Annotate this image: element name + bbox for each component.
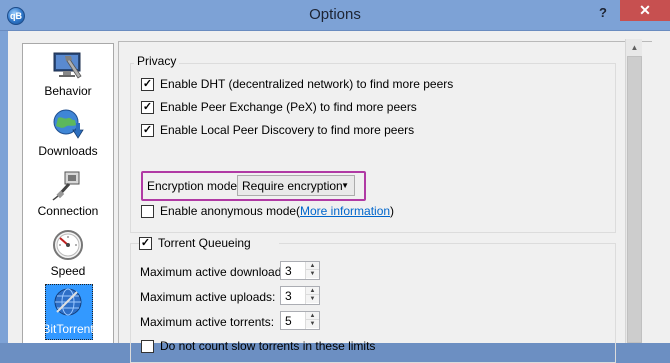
downloads-globe-icon [53,109,84,139]
vertical-scrollbar[interactable]: ▲ [625,39,642,343]
sidebar-item-label: BitTorrent [42,322,94,336]
spin-up-icon[interactable]: ▲ [306,312,319,320]
enable-dht-label: Enable DHT (decentralized network) to fi… [160,77,454,91]
spinbox-buttons: ▲ ▼ [305,312,319,329]
spinbox-value: 3 [285,264,292,278]
scroll-up-arrow-icon[interactable]: ▲ [626,39,643,56]
sidebar-item-bittorrent[interactable]: BitTorrent [23,284,113,342]
sidebar-item-label: Behavior [44,84,92,98]
close-button[interactable]: ✕ [620,0,670,21]
window-title: Options [309,6,361,23]
scrollbar-thumb[interactable] [627,56,642,343]
spin-up-icon[interactable]: ▲ [306,287,319,295]
paren-close: ) [390,204,395,218]
spin-up-icon[interactable]: ▲ [306,262,319,270]
spin-down-icon[interactable]: ▼ [306,320,319,328]
spin-down-icon[interactable]: ▼ [306,270,319,278]
torrent-queueing-title: Torrent Queueing [158,236,251,250]
spin-down-icon[interactable]: ▼ [306,295,319,303]
sidebar-item-label: Downloads [38,144,98,158]
checkbox-checked-icon[interactable]: ✓ [139,237,152,250]
encryption-mode-value: Require encryption [242,179,343,193]
sidebar-item-label: Connection [37,204,99,218]
do-not-count-slow-torrents-label: Do not count slow torrents in these limi… [160,339,376,353]
max-active-uploads-spinbox[interactable]: 3 ▲ ▼ [280,286,320,305]
spinbox-buttons: ▲ ▼ [305,262,319,279]
checkbox-checked-icon[interactable]: ✓ [141,78,154,91]
help-button[interactable]: ? [594,4,612,22]
sidebar-item-speed[interactable]: Speed [23,226,113,284]
do-not-count-slow-torrents-checkbox[interactable]: Do not count slow torrents in these limi… [141,339,541,355]
spinbox-value: 3 [285,289,292,303]
more-information-container: (More information) [296,204,394,218]
more-information-link[interactable]: More information [300,204,390,218]
title-bar[interactable]: qB Options ? ✕ [0,0,670,31]
enable-pex-label: Enable Peer Exchange (PeX) to find more … [160,100,417,114]
enable-anonymous-mode-label: Enable anonymous mode [160,204,297,218]
sidebar-item-behavior[interactable]: Behavior [23,46,113,104]
options-dialog-body: Behavior Downloads Connection Speed BitT… [8,31,670,363]
max-active-uploads-label: Maximum active uploads: [140,290,276,304]
checkbox-checked-icon[interactable]: ✓ [141,124,154,137]
bittorrent-globe-icon [54,288,82,316]
sidebar-item-label: Speed [50,264,86,278]
checkbox-unchecked-icon[interactable] [141,340,154,353]
checkbox-unchecked-icon[interactable] [141,205,154,218]
enable-lpd-checkbox[interactable]: ✓ Enable Local Peer Discovery to find mo… [141,123,601,139]
sidebar-item-downloads[interactable]: Downloads [23,106,113,164]
spinbox-buttons: ▲ ▼ [305,287,319,304]
speed-gauge-icon [53,230,83,260]
torrent-queueing-checkbox[interactable]: ✓ Torrent Queueing [139,236,279,252]
checkbox-checked-icon[interactable]: ✓ [141,101,154,114]
enable-lpd-label: Enable Local Peer Discovery to find more… [160,123,415,137]
privacy-group-title: Privacy [134,54,180,68]
encryption-mode-label: Encryption mode: [147,179,241,193]
behavior-icon [53,52,82,79]
enable-pex-checkbox[interactable]: ✓ Enable Peer Exchange (PeX) to find mor… [141,100,601,116]
enable-dht-checkbox[interactable]: ✓ Enable DHT (decentralized network) to … [141,77,601,93]
max-active-downloads-spinbox[interactable]: 3 ▲ ▼ [280,261,320,280]
max-active-torrents-spinbox[interactable]: 5 ▲ ▼ [280,311,320,330]
max-active-torrents-label: Maximum active torrents: [140,315,275,329]
sidebar-item-connection[interactable]: Connection [23,166,113,224]
window-frame-left [0,31,8,343]
options-category-list[interactable]: Behavior Downloads Connection Speed BitT… [22,43,114,343]
dropdown-arrow-icon: ▼ [341,181,349,190]
spinbox-value: 5 [285,314,292,328]
encryption-mode-dropdown[interactable]: Require encryption ▼ [237,175,355,196]
max-active-downloads-label: Maximum active downloads: [140,265,291,279]
connection-plug-icon [52,171,80,201]
